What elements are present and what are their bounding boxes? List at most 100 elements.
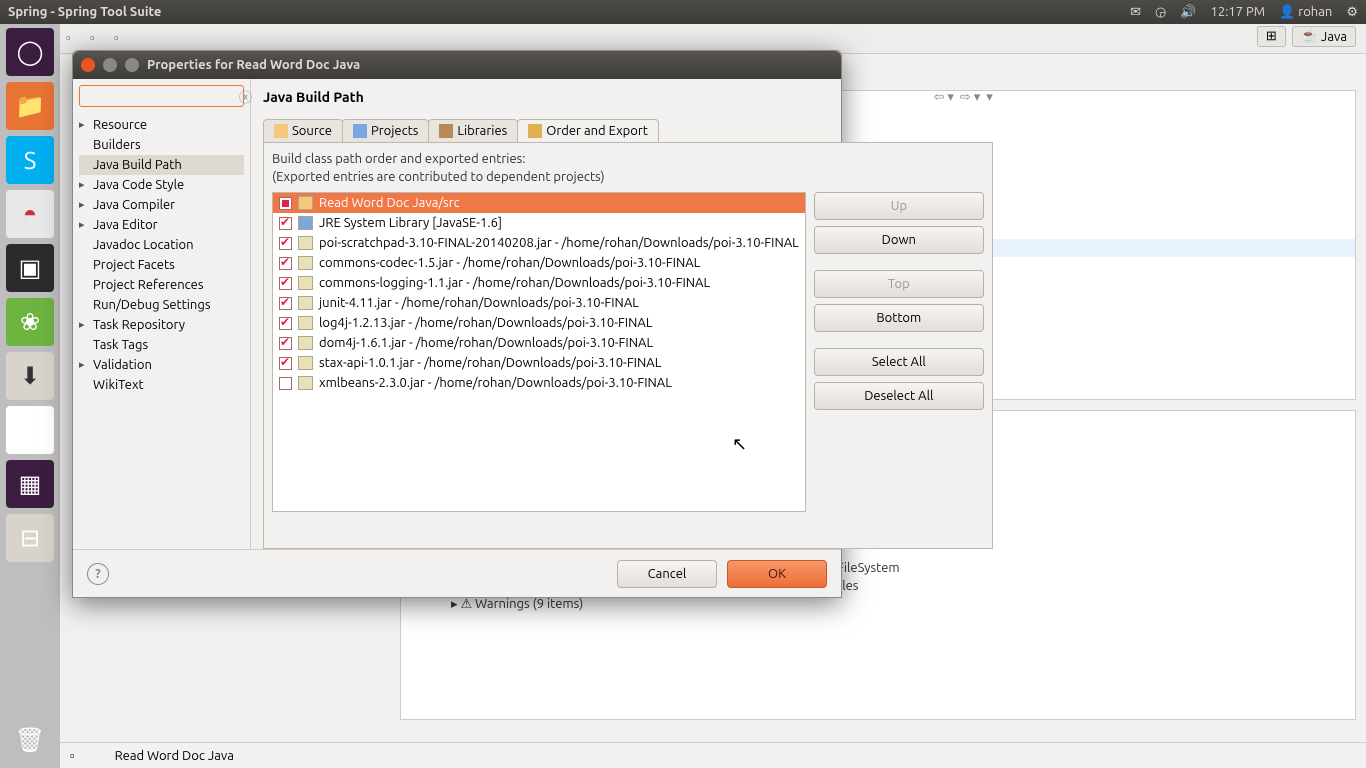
export-checkbox[interactable] <box>279 217 292 230</box>
dialog-title-text: Properties for Read Word Doc Java <box>147 58 360 72</box>
tab-source[interactable]: Source <box>263 119 343 142</box>
dialog-titlebar[interactable]: Properties for Read Word Doc Java <box>73 51 841 79</box>
help-icon[interactable]: ? <box>87 563 109 585</box>
update-icon[interactable]: ⬇ <box>6 352 54 400</box>
export-checkbox[interactable] <box>279 357 292 370</box>
show-view-icon[interactable]: ▫ <box>70 748 75 763</box>
user-menu[interactable]: 👤 rohan <box>1279 5 1332 20</box>
entry-label: commons-codec-1.5.jar - /home/rohan/Down… <box>319 256 700 270</box>
menu-icon[interactable]: ▾ <box>986 90 993 105</box>
entry-label: xmlbeans-2.3.0.jar - /home/rohan/Downloa… <box>319 376 672 390</box>
filter-input[interactable] <box>84 90 239 103</box>
nav-item[interactable]: Java Compiler <box>79 195 244 215</box>
disk-icon[interactable]: ⊟ <box>6 514 54 562</box>
tab-description: Build class path order and exported entr… <box>272 151 984 186</box>
jar-icon <box>298 296 313 310</box>
export-checkbox[interactable] <box>279 297 292 310</box>
package-folder-icon <box>298 196 313 210</box>
order-entry[interactable]: JRE System Library [JavaSE-1.6] <box>273 213 805 233</box>
order-entry[interactable]: commons-logging-1.1.jar - /home/rohan/Do… <box>273 273 805 293</box>
tab-order-export[interactable]: Order and Export <box>517 119 659 142</box>
maximize-icon[interactable] <box>125 58 139 72</box>
chrome-icon[interactable]: ◉ <box>6 406 54 454</box>
nav-item[interactable]: WikiText <box>79 375 244 395</box>
export-checkbox[interactable] <box>279 277 292 290</box>
page-heading: Java Build Path <box>263 89 364 105</box>
open-perspective-button[interactable]: ⊞ <box>1257 26 1286 47</box>
nav-item[interactable]: Builders <box>79 135 244 155</box>
export-checkbox[interactable] <box>279 197 292 210</box>
filter-box[interactable]: ⓧ <box>79 85 244 107</box>
order-entry[interactable]: xmlbeans-2.3.0.jar - /home/rohan/Downloa… <box>273 373 805 393</box>
tab-libraries[interactable]: Libraries <box>428 119 518 142</box>
export-checkbox[interactable] <box>279 237 292 250</box>
back-icon[interactable]: ⇦ ▾ <box>933 90 953 105</box>
java-perspective-button[interactable]: ☕Java <box>1292 26 1356 47</box>
volume-icon[interactable]: 🔊 <box>1180 5 1196 20</box>
tool-icon[interactable]: ▫ <box>90 30 108 48</box>
tool-icon[interactable]: ▫ <box>114 30 132 48</box>
trash-icon[interactable]: 🗑 <box>6 716 54 764</box>
top-button[interactable]: Top <box>814 270 984 298</box>
order-entry[interactable]: poi-scratchpad-3.10-FINAL-20140208.jar -… <box>273 233 805 253</box>
properties-dialog: Properties for Read Word Doc Java ⓧ Reso… <box>72 50 842 598</box>
jar-icon <box>298 236 313 250</box>
export-checkbox[interactable] <box>279 317 292 330</box>
nav-item[interactable]: Task Tags <box>79 335 244 355</box>
order-entry[interactable]: dom4j-1.6.1.jar - /home/rohan/Downloads/… <box>273 333 805 353</box>
workspace-icon[interactable]: ▦ <box>6 460 54 508</box>
forward-icon[interactable]: ⇨ ▾ <box>960 90 980 105</box>
select-all-button[interactable]: Select All <box>814 348 984 376</box>
nav-item[interactable]: Project Facets <box>79 255 244 275</box>
dash-icon[interactable]: ◯ <box>6 28 54 76</box>
order-entry[interactable]: stax-api-1.0.1.jar - /home/rohan/Downloa… <box>273 353 805 373</box>
minimize-icon[interactable] <box>103 58 117 72</box>
terminal-icon[interactable]: ▣ <box>6 244 54 292</box>
entry-label: JRE System Library [JavaSE-1.6] <box>319 216 502 230</box>
jar-icon <box>298 256 313 270</box>
wifi-icon[interactable]: ◶ <box>1155 5 1166 20</box>
nav-item[interactable]: Java Editor <box>79 215 244 235</box>
skype-icon[interactable]: S <box>6 136 54 184</box>
tab-projects[interactable]: Projects <box>342 119 429 142</box>
status-bar: ▫ Read Word Doc Java <box>60 742 1366 768</box>
order-entry[interactable]: log4j-1.2.13.jar - /home/rohan/Downloads… <box>273 313 805 333</box>
down-button[interactable]: Down <box>814 226 984 254</box>
close-icon[interactable] <box>81 58 95 72</box>
tool-icon[interactable]: ▫ <box>66 30 84 48</box>
gear-icon[interactable]: ⚙ <box>1346 5 1358 20</box>
mail-icon[interactable]: ✉ <box>1130 5 1141 20</box>
order-entry[interactable]: Read Word Doc Java/src <box>273 193 805 213</box>
nav-item[interactable]: Java Build Path <box>79 155 244 175</box>
properties-nav: ⓧ ResourceBuildersJava Build PathJava Co… <box>73 79 251 549</box>
entry-label: dom4j-1.6.1.jar - /home/rohan/Downloads/… <box>319 336 653 350</box>
nav-item[interactable]: Resource <box>79 115 244 135</box>
nav-item[interactable]: Java Code Style <box>79 175 244 195</box>
export-checkbox[interactable] <box>279 257 292 270</box>
nav-item[interactable]: Task Repository <box>79 315 244 335</box>
nav-item[interactable]: Javadoc Location <box>79 235 244 255</box>
up-button[interactable]: Up <box>814 192 984 220</box>
ok-button[interactable]: OK <box>727 560 827 588</box>
order-list[interactable]: Read Word Doc Java/src JRE System Library… <box>272 192 806 512</box>
export-checkbox[interactable] <box>279 377 292 390</box>
order-entry[interactable]: junit-4.11.jar - /home/rohan/Downloads/p… <box>273 293 805 313</box>
nav-item[interactable]: Validation <box>79 355 244 375</box>
spring-icon[interactable]: ❀ <box>6 298 54 346</box>
bottom-button[interactable]: Bottom <box>814 304 984 332</box>
clock[interactable]: 12:17 PM <box>1211 5 1266 19</box>
entry-label: commons-logging-1.1.jar - /home/rohan/Do… <box>319 276 710 290</box>
order-entry[interactable]: commons-codec-1.5.jar - /home/rohan/Down… <box>273 253 805 273</box>
jar-icon <box>298 336 313 350</box>
nav-item[interactable]: Project References <box>79 275 244 295</box>
unity-launcher: ◯ 📁 S ◓ ▣ ❀ ⬇ ◉ ▦ ⊟ 🗑 <box>0 24 60 768</box>
nav-item[interactable]: Run/Debug Settings <box>79 295 244 315</box>
files-icon[interactable]: 📁 <box>6 82 54 130</box>
entry-label: Read Word Doc Java/src <box>319 196 460 210</box>
deselect-all-button[interactable]: Deselect All <box>814 382 984 410</box>
entry-label: junit-4.11.jar - /home/rohan/Downloads/p… <box>319 296 639 310</box>
jar-icon <box>298 276 313 290</box>
pdf-icon[interactable]: ◓ <box>6 190 54 238</box>
export-checkbox[interactable] <box>279 337 292 350</box>
cancel-button[interactable]: Cancel <box>617 560 717 588</box>
